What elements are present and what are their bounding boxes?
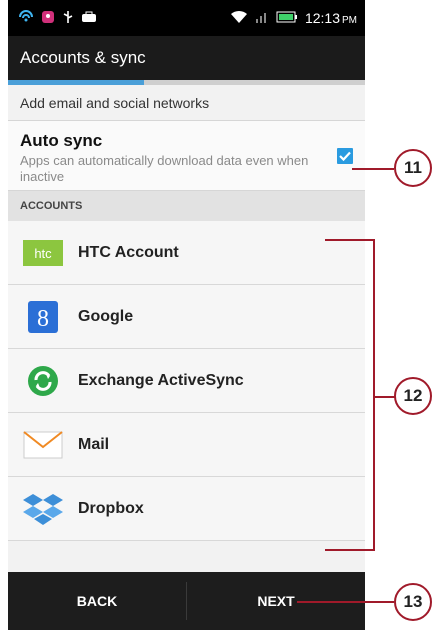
progress-fill	[8, 80, 144, 85]
battery-icon	[276, 10, 298, 26]
signal-icon	[255, 10, 269, 27]
phone-screen: 12:13 PM Accounts & sync Add email and so…	[8, 0, 365, 630]
callout-12-bracket-bottom	[325, 549, 375, 551]
back-button[interactable]: BACK	[8, 572, 186, 630]
add-networks-info: Add email and social networks	[8, 85, 365, 121]
accounts-list: htc HTC Account 8 Google Exchange Active…	[8, 221, 365, 541]
account-label: Google	[78, 307, 134, 325]
account-item-google[interactable]: 8 Google	[8, 285, 365, 349]
add-networks-label: Add email and social networks	[20, 94, 210, 111]
mail-icon	[22, 424, 64, 466]
callout-11: 11	[394, 149, 432, 187]
page-title: Accounts & sync	[20, 48, 146, 67]
notification-app-icon	[41, 10, 55, 27]
exchange-icon	[22, 360, 64, 402]
google-icon: 8	[22, 296, 64, 338]
account-label: HTC Account	[78, 243, 179, 261]
account-label: Mail	[78, 435, 110, 453]
callout-12-bracket-top	[325, 239, 375, 241]
accounts-section-header: ACCOUNTS	[8, 191, 365, 221]
account-label: Dropbox	[78, 499, 144, 517]
app-bar: Accounts & sync	[8, 36, 365, 80]
account-label: Exchange ActiveSync	[78, 371, 244, 389]
callout-12: 12	[394, 377, 432, 415]
callout-11-leader	[352, 168, 394, 170]
wifi-icon	[230, 10, 248, 27]
usb-icon	[62, 10, 74, 27]
auto-sync-description: Apps can automatically download data eve…	[20, 153, 309, 184]
svg-text:8: 8	[37, 306, 49, 332]
auto-sync-title: Auto sync	[20, 131, 103, 150]
account-item-exchange[interactable]: Exchange ActiveSync	[8, 349, 365, 413]
dropbox-icon	[22, 488, 64, 530]
htc-icon: htc	[22, 232, 64, 274]
lte-icon	[18, 9, 34, 27]
account-item-mail[interactable]: Mail	[8, 413, 365, 477]
accounts-section-label: ACCOUNTS	[20, 200, 83, 212]
checkmark-icon	[339, 151, 351, 162]
account-item-htc[interactable]: htc HTC Account	[8, 221, 365, 285]
auto-sync-setting[interactable]: Auto sync Apps can automatically downloa…	[8, 121, 365, 191]
callout-13: 13	[394, 583, 432, 621]
account-item-dropbox[interactable]: Dropbox	[8, 477, 365, 541]
callout-13-leader	[297, 601, 394, 603]
svg-text:htc: htc	[34, 246, 52, 261]
status-bar: 12:13 PM	[8, 0, 365, 36]
clock: 12:13 PM	[304, 10, 357, 26]
auto-sync-checkbox[interactable]	[337, 148, 353, 164]
setup-progress-bar	[8, 80, 365, 85]
callout-12-leader	[375, 396, 395, 398]
callout-12-bracket-side	[373, 239, 375, 551]
bag-icon	[81, 10, 97, 26]
